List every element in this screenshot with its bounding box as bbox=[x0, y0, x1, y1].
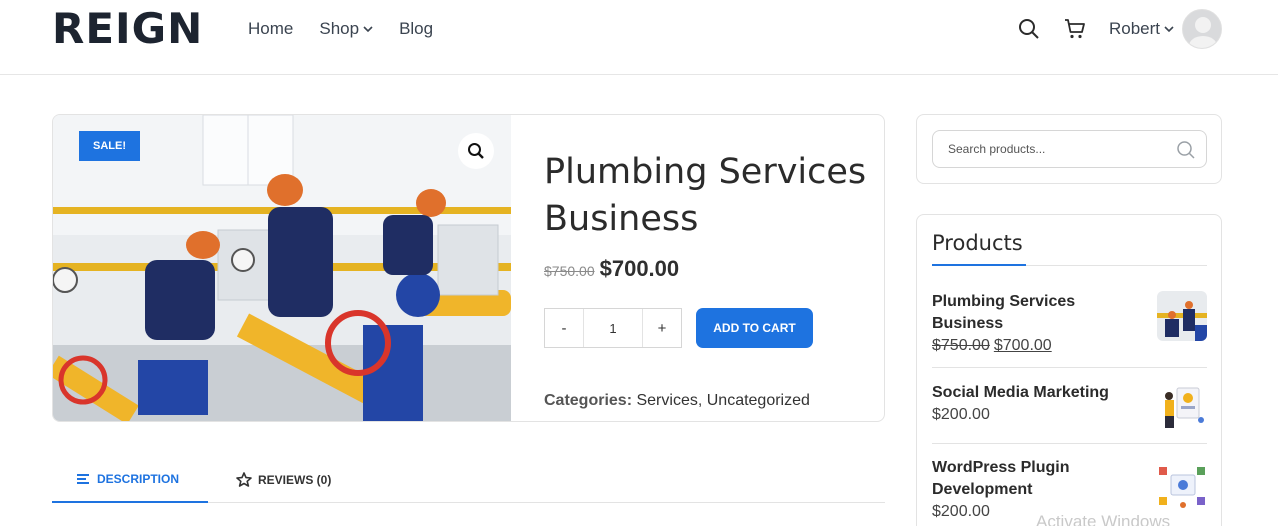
product-title: Plumbing Services Business bbox=[544, 152, 867, 239]
product-card: SALE! Plumbing Services Business $750.00… bbox=[52, 114, 885, 422]
site-logo[interactable]: REIGN bbox=[52, 4, 204, 53]
magnifier-icon bbox=[468, 143, 484, 159]
search-icon[interactable] bbox=[1176, 140, 1196, 160]
product-thumbnail[interactable] bbox=[1157, 291, 1207, 341]
chevron-down-icon bbox=[363, 26, 373, 33]
qty-minus-button[interactable]: - bbox=[545, 309, 583, 347]
qty-input[interactable]: 1 bbox=[583, 309, 643, 347]
product-tabs: DESCRIPTION REVIEWS (0) bbox=[52, 458, 885, 503]
user-avatar-icon bbox=[1189, 17, 1217, 48]
zoom-button[interactable] bbox=[458, 133, 494, 169]
nav-label-home: Home bbox=[248, 19, 294, 38]
add-to-cart-button[interactable]: ADD TO CART bbox=[696, 308, 813, 348]
list-item[interactable]: Social Media Marketing $200.00 bbox=[932, 382, 1207, 432]
search-icon[interactable] bbox=[1017, 17, 1041, 41]
os-watermark: Activate Windows bbox=[1036, 512, 1171, 526]
quantity-stepper: - 1 + bbox=[544, 308, 682, 348]
list-icon bbox=[77, 474, 89, 484]
wordpress-plugin-thumbnail bbox=[1157, 461, 1207, 511]
sale-badge: SALE! bbox=[79, 131, 140, 161]
price-old: $750.00 bbox=[544, 263, 595, 279]
product-link[interactable]: Social Media Marketing bbox=[932, 382, 1152, 404]
list-divider bbox=[932, 367, 1207, 368]
category-link-uncategorized[interactable]: Uncategorized bbox=[707, 392, 810, 409]
nav-item-blog[interactable]: Blog bbox=[399, 19, 433, 39]
tab-reviews[interactable]: REVIEWS (0) bbox=[236, 472, 331, 487]
logo-text: REIGN bbox=[52, 4, 204, 53]
list-divider bbox=[932, 443, 1207, 444]
heading-accent-bar bbox=[932, 264, 1026, 266]
product-price: $750.00 $700.00 bbox=[544, 256, 679, 282]
category-separator: , bbox=[697, 392, 707, 409]
product-categories: Categories: Services, Uncategorized bbox=[544, 392, 810, 410]
chevron-down-icon bbox=[1164, 26, 1174, 33]
qty-plus-button[interactable]: + bbox=[643, 309, 681, 347]
search-box bbox=[932, 130, 1207, 168]
products-widget: Products Plumbing Services Business $750… bbox=[916, 214, 1222, 526]
search-input[interactable] bbox=[948, 142, 1168, 156]
search-widget bbox=[916, 114, 1222, 184]
tab-description-label: DESCRIPTION bbox=[97, 472, 180, 486]
products-heading: Products bbox=[932, 231, 1023, 255]
price-new: $700.00 bbox=[599, 256, 680, 281]
product-thumbnail[interactable] bbox=[1157, 382, 1207, 432]
category-link-services[interactable]: Services bbox=[636, 392, 697, 409]
list-item[interactable]: Plumbing Services Business $750.00 $700.0… bbox=[932, 291, 1207, 357]
star-icon bbox=[236, 472, 252, 487]
price-new: $700.00 bbox=[993, 337, 1052, 354]
tab-description[interactable]: DESCRIPTION bbox=[77, 472, 179, 486]
social-media-thumbnail bbox=[1157, 382, 1207, 432]
product-link[interactable]: WordPress Plugin Development bbox=[932, 457, 1132, 501]
user-name: Robert bbox=[1108, 19, 1160, 38]
header-actions: Robert bbox=[1017, 9, 1222, 49]
product-link[interactable]: Plumbing Services Business bbox=[932, 291, 1132, 335]
nav-item-home[interactable]: Home bbox=[248, 19, 293, 39]
product-image[interactable]: SALE! bbox=[53, 115, 511, 421]
product-thumbnail[interactable] bbox=[1157, 461, 1207, 511]
tab-reviews-label: REVIEWS (0) bbox=[258, 472, 332, 487]
main-nav: Home Shop Blog bbox=[248, 19, 459, 39]
categories-label: Categories: bbox=[544, 392, 633, 409]
nav-label-blog: Blog bbox=[399, 19, 434, 38]
price-old: $750.00 bbox=[932, 337, 990, 354]
nav-label-shop: Shop bbox=[319, 19, 360, 38]
plumbing-thumbnail bbox=[1157, 291, 1207, 341]
cart-icon[interactable] bbox=[1063, 17, 1087, 41]
nav-item-shop[interactable]: Shop bbox=[319, 19, 373, 39]
product-summary: Plumbing Services Business $750.00 $700.… bbox=[544, 115, 884, 421]
site-header: REIGN Home Shop Blog Robert bbox=[0, 0, 1278, 75]
active-tab-indicator bbox=[52, 501, 208, 503]
user-menu[interactable]: Robert bbox=[1109, 19, 1174, 39]
avatar[interactable] bbox=[1182, 9, 1222, 49]
